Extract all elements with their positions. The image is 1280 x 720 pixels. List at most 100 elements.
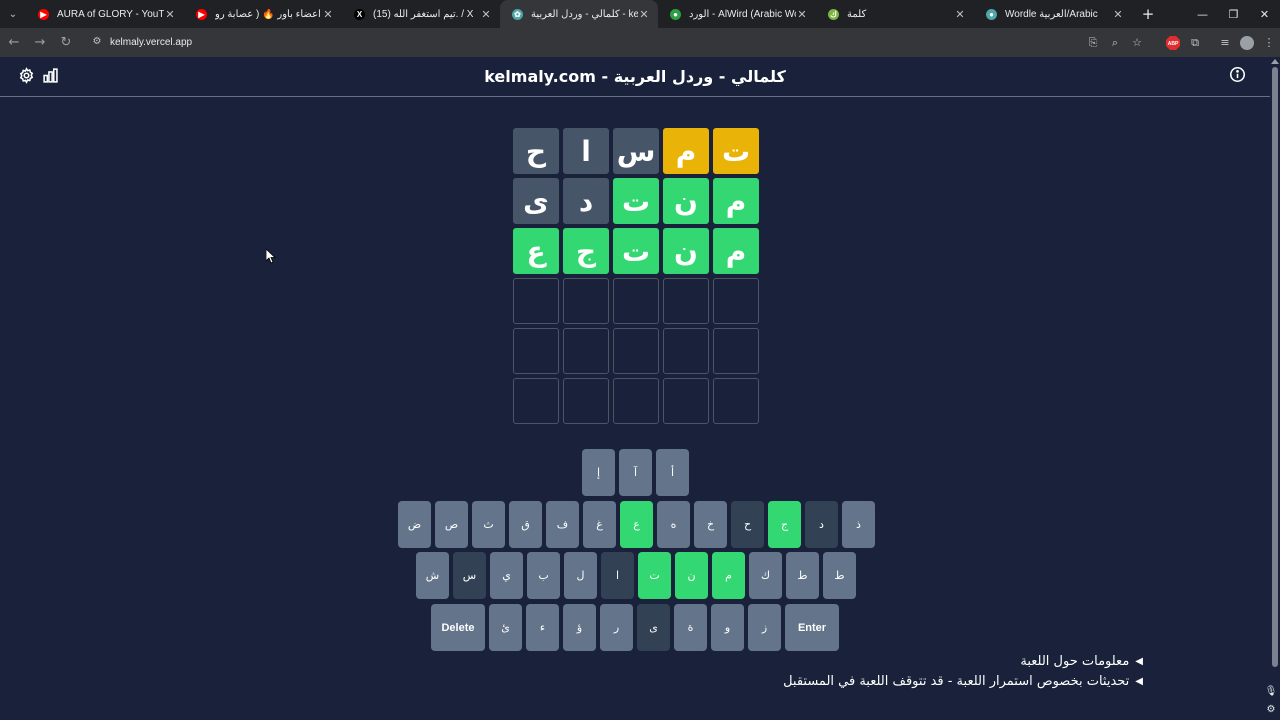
microphone-icon[interactable]: 🎙 — [1264, 686, 1278, 700]
keyboard-key[interactable]: س — [453, 552, 486, 599]
scroll-thumb[interactable] — [1272, 67, 1278, 667]
board-tile — [713, 378, 759, 424]
header-left-icons — [17, 65, 59, 85]
keyboard-key[interactable]: ح — [731, 501, 764, 548]
board-tile: ح — [513, 128, 559, 174]
address-bar[interactable]: ⚙ kelmaly.vercel.app — [84, 31, 1064, 54]
browser-tab[interactable]: ك كلمة ✕ — [816, 0, 974, 28]
keyboard-key[interactable]: ف — [546, 501, 579, 548]
board-tile — [563, 328, 609, 374]
tab-title: AURA of GLORY - YouTube — [57, 8, 164, 20]
keyboard-key[interactable]: م — [712, 552, 745, 599]
site-info-icon[interactable]: ⚙ — [90, 36, 104, 50]
details-game-updates[interactable]: ◀ تحديثات بخصوص استمرار اللعبة - قد تتوق… — [783, 674, 1143, 689]
install-app-icon[interactable]: ⎘ — [1082, 32, 1104, 54]
url-text[interactable]: kelmaly.vercel.app — [110, 37, 192, 48]
keyboard-key[interactable]: ل — [564, 552, 597, 599]
keyboard-key[interactable]: ي — [490, 552, 523, 599]
tab-close-icon[interactable]: ✕ — [796, 8, 808, 21]
keyboard-key[interactable]: ت — [638, 552, 671, 599]
browser-tab[interactable]: ✿ كلمالي - وردل العربية - kelmaly.com✕ — [500, 0, 658, 28]
keyboard-key[interactable]: ا — [601, 552, 634, 599]
keyboard-key[interactable]: ى — [637, 604, 670, 651]
adblock-icon[interactable]: ABP — [1162, 32, 1184, 54]
keyboard-key[interactable]: آ — [619, 449, 652, 496]
browser-tab[interactable]: ▶ AURA of GLORY - YouTube✕ — [26, 0, 184, 28]
forward-icon[interactable]: → — [28, 31, 52, 55]
keyboard-key[interactable]: ؤ — [563, 604, 596, 651]
new-tab-icon[interactable]: + — [1136, 5, 1160, 23]
tab-close-icon[interactable]: ✕ — [480, 8, 492, 21]
keyboard-key[interactable]: ر — [600, 604, 633, 651]
restore-icon[interactable]: ❐ — [1218, 0, 1249, 28]
keyboard-key[interactable]: ذ — [842, 501, 875, 548]
delete-key[interactable]: Delete — [431, 604, 485, 651]
keyboard-key[interactable]: ه — [657, 501, 690, 548]
tab-close-icon[interactable]: ✕ — [1112, 8, 1124, 21]
keyboard-key[interactable]: ط — [786, 552, 819, 599]
board-tile — [613, 328, 659, 374]
keyboard-key[interactable]: ش — [416, 552, 449, 599]
tab-close-icon[interactable]: ✕ — [638, 8, 650, 21]
keyboard-key[interactable]: ن — [675, 552, 708, 599]
keyboard-key[interactable]: ق — [509, 501, 542, 548]
board-tile — [663, 278, 709, 324]
keyboard-key[interactable]: ع — [620, 501, 653, 548]
adblock-badge-text: ABP — [1168, 41, 1179, 47]
board-tile — [563, 378, 609, 424]
back-icon[interactable]: ← — [2, 31, 26, 55]
tab-search-icon[interactable]: ⌄ — [0, 0, 26, 28]
info-icon[interactable] — [1229, 66, 1246, 87]
tab-title: (15) تيم استغفر الله. / X — [373, 8, 474, 20]
keyboard-key[interactable]: أ — [656, 449, 689, 496]
keyboard-key[interactable]: ء — [526, 604, 559, 651]
keyboard-row: Enter ز و ة ى ر ؤ ء ئ Delete — [431, 604, 839, 651]
disclosure-triangle-icon: ◀ — [1135, 676, 1143, 687]
bookmark-star-icon[interactable]: ☆ — [1126, 32, 1148, 54]
keyboard-key[interactable]: غ — [583, 501, 616, 548]
keyboard-key[interactable]: ض — [398, 501, 431, 548]
tab-favicon-icon: ✿ — [512, 8, 523, 20]
scroll-up-arrow-icon[interactable] — [1271, 59, 1279, 64]
reload-icon[interactable]: ↻ — [54, 31, 78, 55]
page-scrollbar[interactable] — [1270, 57, 1280, 720]
statistics-chart-icon[interactable] — [41, 65, 59, 85]
tab-close-icon[interactable]: ✕ — [322, 8, 334, 21]
keyboard-key[interactable]: ز — [748, 604, 781, 651]
keyboard-key[interactable]: ئ — [489, 604, 522, 651]
tab-close-icon[interactable]: ✕ — [164, 8, 176, 21]
tab-close-icon[interactable]: ✕ — [954, 8, 966, 21]
zoom-icon[interactable]: ⌕ — [1104, 32, 1126, 54]
browser-tab[interactable]: ▶ دلهمنا اعضاء باور 🔥 ( عصابة رو...✕ — [184, 0, 342, 28]
keyboard-key[interactable]: ص — [435, 501, 468, 548]
minimize-icon[interactable]: — — [1187, 0, 1218, 28]
keyboard-row: ذدجحخهعغفقثصض — [398, 501, 875, 548]
disclosure-triangle-icon: ◀ — [1135, 656, 1143, 667]
keyboard-row: ططكمنتالبيسش — [416, 552, 856, 599]
keyboard-key[interactable]: خ — [694, 501, 727, 548]
keyboard-key[interactable]: ج — [768, 501, 801, 548]
settings-small-icon[interactable]: ⚙ — [1264, 704, 1278, 718]
keyboard-key[interactable]: ط — [823, 552, 856, 599]
media-icon[interactable]: ≡ — [1214, 32, 1236, 54]
browser-menu-icon[interactable]: ⋮ — [1258, 32, 1280, 54]
extensions-icon[interactable]: ⧉ — [1184, 32, 1206, 54]
board-tile: د — [563, 178, 609, 224]
keyboard-key[interactable]: ب — [527, 552, 560, 599]
keyboard-key[interactable]: و — [711, 604, 744, 651]
board-tile — [613, 278, 659, 324]
close-window-icon[interactable]: ✕ — [1249, 0, 1280, 28]
profile-avatar[interactable] — [1240, 35, 1254, 50]
keyboard-key[interactable]: ة — [674, 604, 707, 651]
enter-key[interactable]: Enter — [785, 604, 839, 651]
keyboard-key[interactable]: ك — [749, 552, 782, 599]
browser-tab[interactable]: ● Wordle العربية/Arabic ✕ — [974, 0, 1132, 28]
settings-gear-icon[interactable] — [17, 65, 35, 85]
browser-tab-bar: ⌄ ▶AURA of GLORY - YouTube✕▶دلهمنا اعضاء… — [0, 0, 1280, 28]
browser-tab[interactable]: X (15) تيم استغفر الله. / X ✕ — [342, 0, 500, 28]
browser-tab[interactable]: ● الورد - AlWird (Arabic Wordle)✕ — [658, 0, 816, 28]
keyboard-key[interactable]: ث — [472, 501, 505, 548]
keyboard-key[interactable]: د — [805, 501, 838, 548]
keyboard-key[interactable]: إ — [582, 449, 615, 496]
details-game-info[interactable]: ◀ معلومات حول اللعبة — [1020, 654, 1143, 669]
